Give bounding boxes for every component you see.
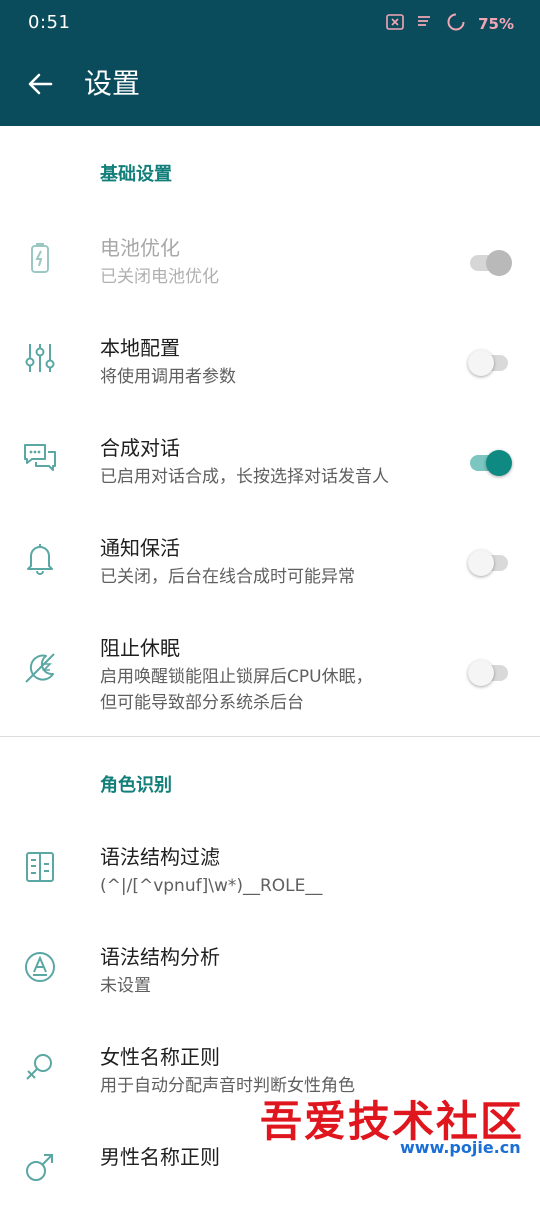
setting-title: 语法结构分析	[100, 945, 220, 969]
setting-summary-line1: 启用唤醒锁能阻止锁屏后CPU休眠，	[100, 667, 373, 687]
local-config-switch[interactable]	[468, 350, 512, 376]
page-title: 设置	[84, 67, 141, 100]
setting-summary-line2: 但可能导致部分系统杀后台	[100, 693, 304, 713]
setting-summary: 已关闭，后台在线合成时可能异常	[100, 567, 355, 587]
signal-icon	[416, 14, 434, 34]
chat-icon	[24, 444, 56, 471]
setting-summary: (^|/[^vpnuf]\w*)__ROLE__	[100, 876, 323, 896]
settings-list: 基础设置 电池优化 已关闭电池优化 本地配置 将使用调用者参数 合成对话 已启用…	[0, 126, 540, 1223]
male-icon	[26, 1154, 53, 1181]
notification-x-icon	[386, 14, 404, 34]
notification-keepalive-switch[interactable]	[468, 550, 512, 576]
status-icons: 75%	[386, 12, 514, 36]
sliders-icon	[25, 344, 55, 372]
section-header-basic: 基础设置	[0, 126, 540, 214]
setting-title: 语法结构过滤	[100, 845, 220, 869]
setting-title: 通知保活	[100, 536, 180, 560]
setting-title: 阻止休眠	[100, 636, 180, 660]
battery-icon	[31, 243, 49, 273]
setting-title: 男性名称正则	[100, 1145, 220, 1169]
female-icon	[26, 1054, 52, 1080]
bell-icon	[27, 544, 53, 575]
battery-optimization-switch[interactable]	[468, 250, 512, 276]
setting-summary: 将使用调用者参数	[100, 367, 236, 387]
dialogue-synthesis-switch[interactable]	[468, 450, 512, 476]
section-title-role: 角色识别	[100, 775, 172, 796]
setting-prevent-sleep[interactable]: 阻止休眠 启用唤醒锁能阻止锁屏后CPU休眠， 但可能导致部分系统杀后台	[0, 614, 540, 736]
setting-summary: 已关闭电池优化	[100, 267, 219, 287]
setting-grammar-analysis[interactable]: 语法结构分析 未设置	[0, 923, 540, 1023]
setting-summary: 未设置	[100, 976, 151, 996]
back-button[interactable]	[20, 64, 60, 104]
status-time: 0:51	[28, 12, 71, 33]
arrow-back-icon	[28, 73, 53, 95]
watermark-url: www.pojie.cn	[400, 1138, 521, 1157]
setting-battery-optimization[interactable]: 电池优化 已关闭电池优化	[0, 214, 540, 314]
setting-title: 合成对话	[100, 436, 180, 460]
prevent-sleep-switch[interactable]	[468, 660, 512, 686]
battery-percent: 75%	[478, 15, 514, 33]
setting-notification-keepalive[interactable]: 通知保活 已关闭，后台在线合成时可能异常	[0, 514, 540, 614]
setting-title: 女性名称正则	[100, 1045, 220, 1069]
setting-local-config[interactable]: 本地配置 将使用调用者参数	[0, 314, 540, 414]
filter-doc-icon	[26, 852, 54, 882]
battery-ring-icon	[446, 12, 466, 36]
section-title-basic: 基础设置	[100, 164, 172, 185]
setting-title: 电池优化	[100, 236, 180, 260]
status-bar: 0:51 75%	[0, 0, 540, 48]
app-bar: 设置	[0, 48, 540, 126]
setting-grammar-filter[interactable]: 语法结构过滤 (^|/[^vpnuf]\w*)__ROLE__	[0, 823, 540, 923]
sleep-off-icon	[25, 653, 55, 683]
section-header-role: 角色识别	[0, 737, 540, 823]
setting-title: 本地配置	[100, 336, 180, 360]
watermark: 吾爱技术社区 www.pojie.cn	[260, 1088, 540, 1168]
text-format-icon	[25, 952, 55, 982]
setting-summary: 已启用对话合成，长按选择对话发音人	[100, 467, 389, 487]
setting-dialogue-synthesis[interactable]: 合成对话 已启用对话合成，长按选择对话发音人	[0, 414, 540, 514]
